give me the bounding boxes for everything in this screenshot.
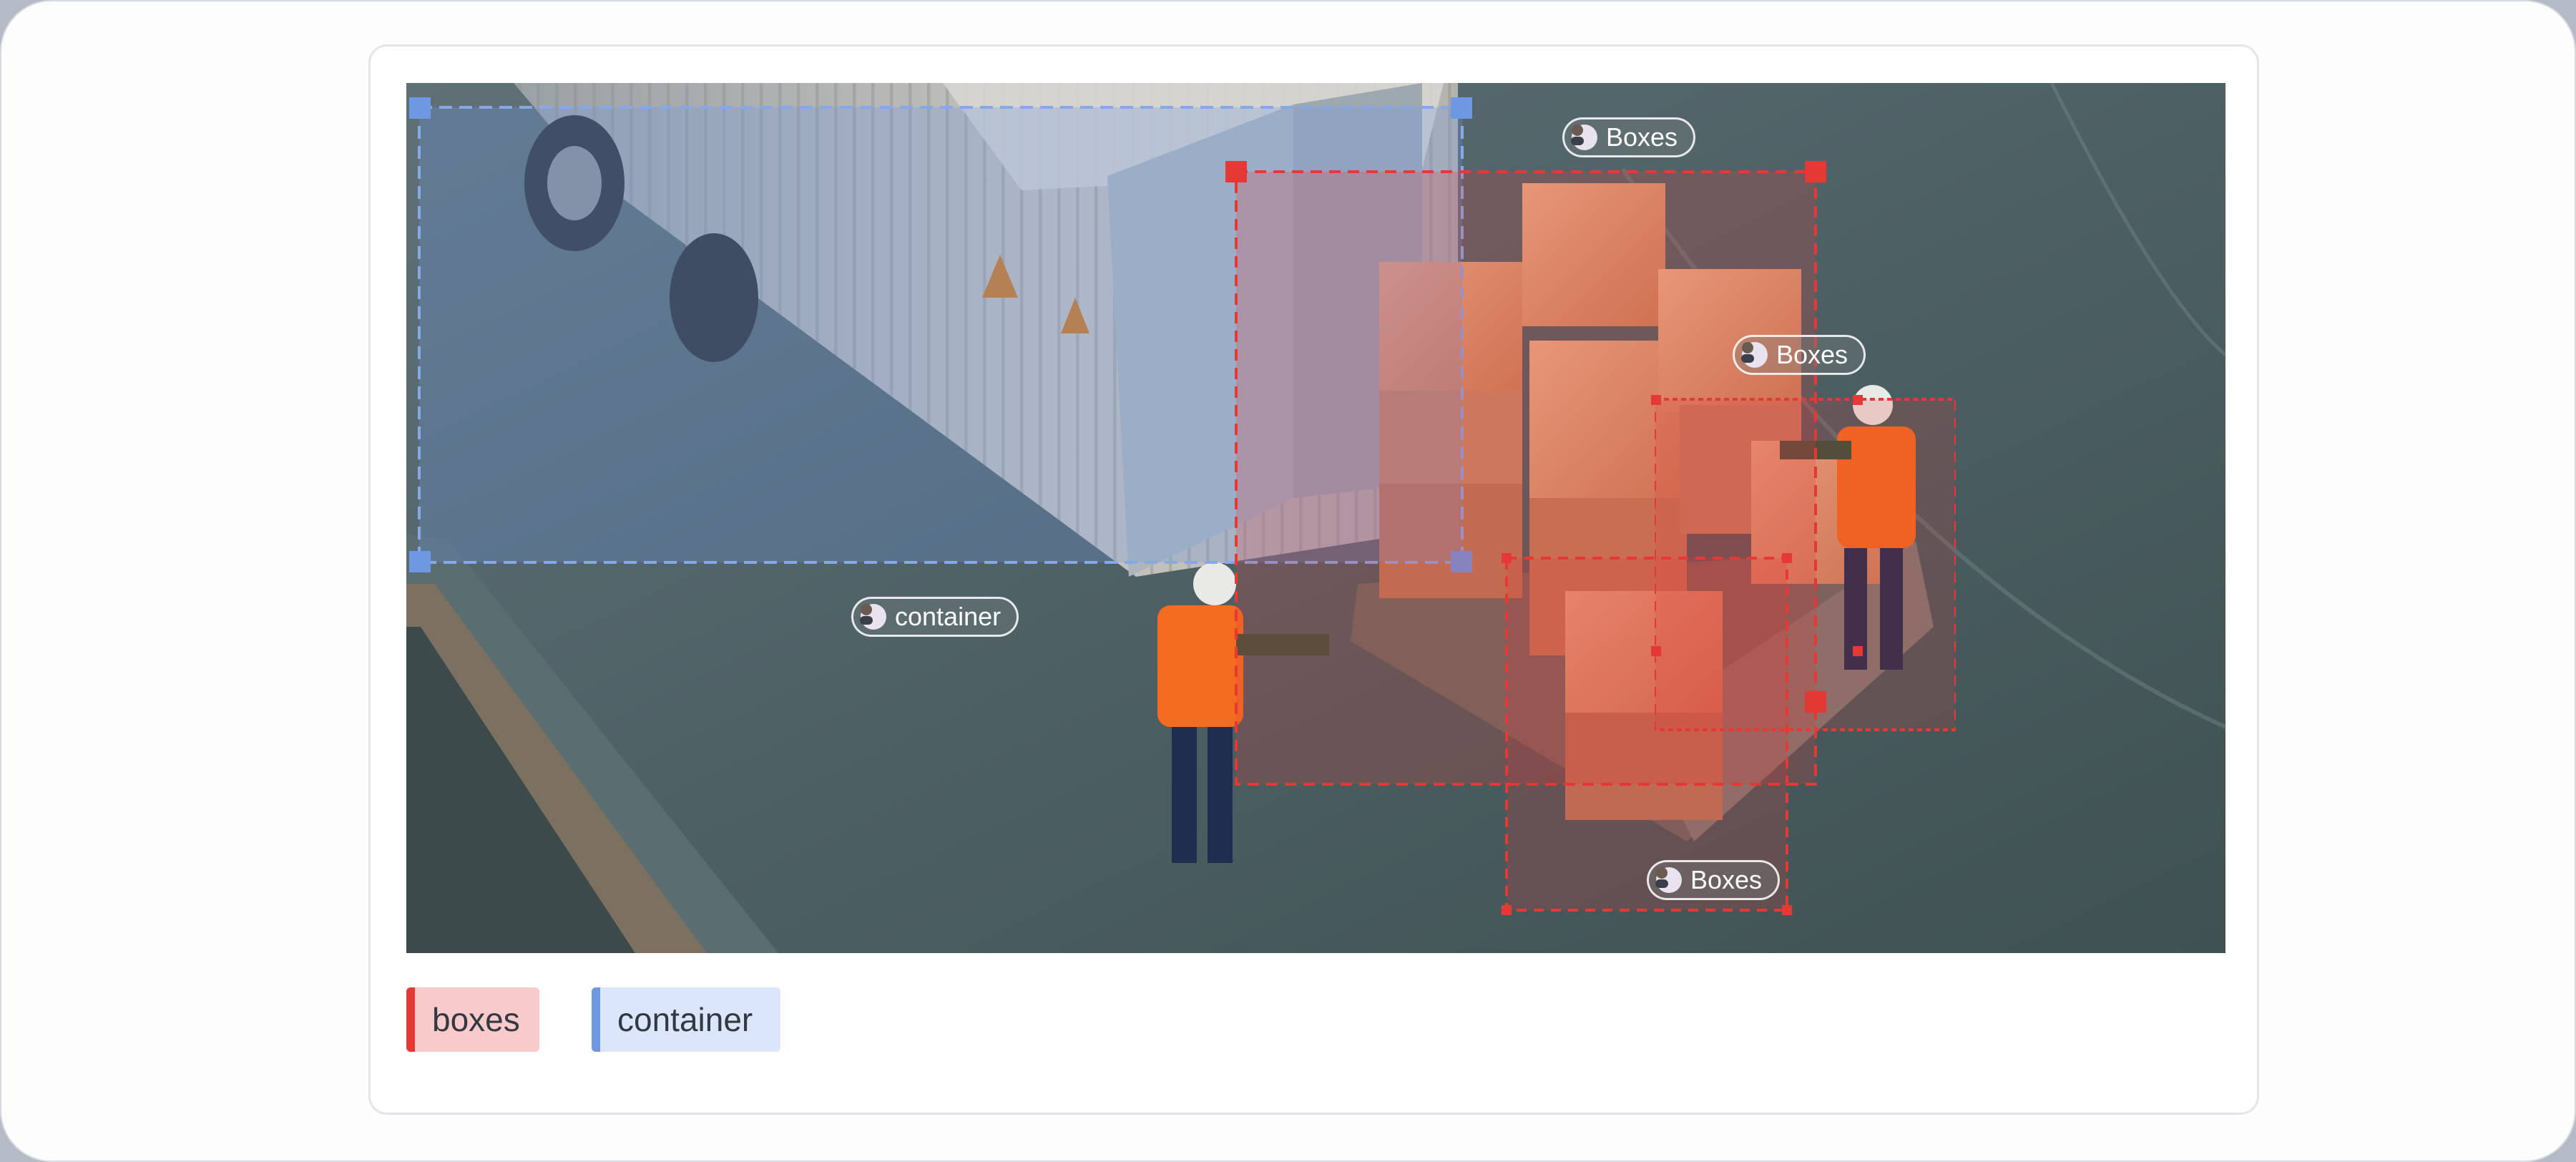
annotation-label-boxes[interactable]: Boxes xyxy=(1647,860,1781,900)
bbox-handle[interactable] xyxy=(1853,395,1863,405)
avatar-icon xyxy=(860,604,886,630)
bbox-handle[interactable] xyxy=(1502,905,1512,915)
bbox-handle[interactable] xyxy=(1451,97,1472,119)
legend-color-bar xyxy=(406,987,415,1052)
bbox-handle[interactable] xyxy=(409,97,431,119)
bbox-handle[interactable] xyxy=(1225,161,1247,182)
legend-label: boxes xyxy=(432,1001,520,1038)
annotation-label-container[interactable]: container xyxy=(851,597,1019,637)
annotation-label-boxes[interactable]: Boxes xyxy=(1733,335,1866,375)
bbox-handle[interactable] xyxy=(1853,646,1863,656)
annotation-label-text: Boxes xyxy=(1690,865,1763,894)
annotation-label-text: container xyxy=(895,602,1001,631)
image-canvas[interactable]: container Boxes Boxes Boxes xyxy=(406,83,2225,953)
avatar-icon xyxy=(1741,342,1768,368)
bbox-handle[interactable] xyxy=(1502,553,1512,563)
annotation-label-boxes[interactable]: Boxes xyxy=(1562,117,1696,157)
bbox-handle[interactable] xyxy=(409,551,431,572)
legend-label: container xyxy=(617,1001,753,1038)
annotation-label-text: Boxes xyxy=(1776,340,1848,369)
legend-item-boxes[interactable]: boxes xyxy=(406,987,539,1052)
avatar-icon xyxy=(1655,867,1682,893)
avatar-icon xyxy=(1571,125,1597,150)
bbox-handle[interactable] xyxy=(1782,905,1792,915)
bbox-handle[interactable] xyxy=(1782,553,1792,563)
bbox-handle[interactable] xyxy=(1805,161,1826,182)
legend-color-bar xyxy=(592,987,600,1052)
annotated-photo xyxy=(406,83,2225,953)
annotation-label-text: Boxes xyxy=(1606,122,1678,152)
app-window: container Boxes Boxes Boxes boxes contai… xyxy=(0,0,2576,1162)
bbox-handle[interactable] xyxy=(1651,395,1661,405)
legend-item-container[interactable]: container xyxy=(592,987,780,1052)
